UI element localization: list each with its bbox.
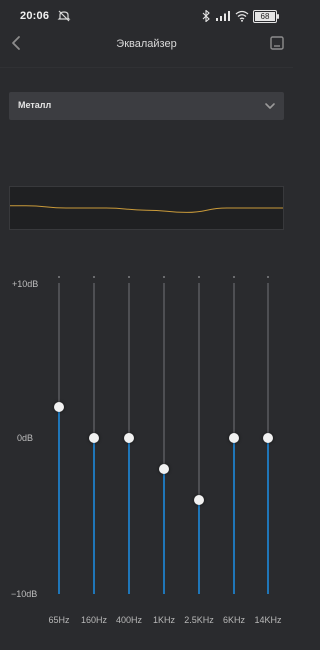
eq-slider-fill [233, 438, 235, 594]
slider-top-tick [128, 276, 130, 278]
slider-top-tick [93, 276, 95, 278]
eq-slider-fill [93, 438, 95, 594]
save-icon[interactable] [268, 34, 286, 52]
eq-slider-fill [163, 469, 165, 594]
db-label-top: +10dB [12, 279, 39, 289]
battery-level: 68 [255, 11, 275, 21]
eq-curve-preview [9, 186, 284, 230]
slider-top-tick [163, 276, 165, 278]
wifi-icon [235, 10, 249, 22]
eq-slider-fill [198, 500, 200, 594]
chevron-down-icon [265, 103, 275, 109]
eq-band-label: 14KHz [254, 615, 282, 625]
eq-slider-thumb[interactable] [159, 464, 169, 474]
eq-slider-fill [128, 438, 130, 594]
eq-slider-thumb[interactable] [54, 402, 64, 412]
preset-selected: Металл [18, 100, 52, 110]
header-divider [0, 67, 293, 68]
slider-top-tick [267, 276, 269, 278]
do-not-disturb-icon [57, 10, 71, 22]
db-label-bottom: −10dB [11, 589, 38, 599]
eq-slider-fill [58, 407, 60, 594]
status-icons: 68 [201, 9, 279, 23]
preset-dropdown[interactable]: Металл [9, 92, 284, 120]
page-title: Эквалайзер [116, 38, 177, 50]
signal-icon [216, 11, 230, 21]
app-header: Эквалайзер [0, 30, 293, 60]
slider-top-tick [233, 276, 235, 278]
eq-curve [10, 205, 283, 213]
eq-slider-thumb[interactable] [194, 495, 204, 505]
status-bar: 20:06 68 [0, 0, 293, 32]
status-time: 20:06 [20, 10, 50, 22]
eq-curve-line [10, 205, 283, 213]
eq-slider-thumb[interactable] [229, 433, 239, 443]
eq-slider-thumb[interactable] [263, 433, 273, 443]
eq-slider-thumb[interactable] [124, 433, 134, 443]
battery-icon: 68 [253, 9, 279, 23]
bluetooth-icon [202, 10, 210, 22]
eq-slider-fill [267, 438, 269, 594]
slider-top-tick [198, 276, 200, 278]
eq-slider-thumb[interactable] [89, 433, 99, 443]
db-label-mid: 0dB [17, 433, 34, 443]
slider-top-tick [58, 276, 60, 278]
